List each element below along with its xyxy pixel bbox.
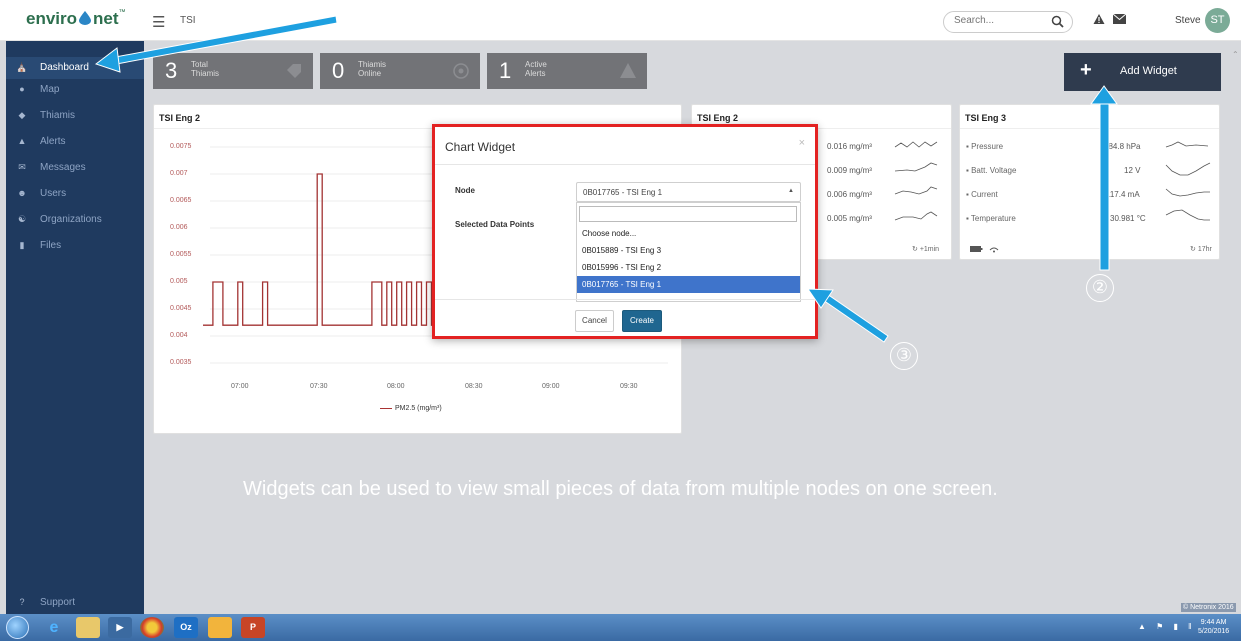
copyright-notice: © Netronix 2016 [1181,603,1236,612]
clock-time: 9:44 AM [1200,619,1227,626]
media-player-icon[interactable]: ▶ [108,617,132,638]
dialog-title: Chart Widget [445,140,516,154]
reading-label-text: Pressure [971,142,1004,151]
node-select-value: 0B017765 - TSI Eng 1 [583,188,663,197]
reading-label-text: Current [971,190,998,199]
legend-swatch [380,407,392,409]
refresh-status[interactable]: ↻ +1min [912,245,939,253]
file-explorer-icon[interactable] [76,617,100,638]
panel-title: TSI Eng 3 [965,113,1007,123]
reading-label: ▪ Batt. Voltage [966,166,1017,175]
data-points-label: Selected Data Points [455,220,535,229]
reading-label-text: Batt. Voltage [971,166,1017,175]
dropdown-option[interactable]: Choose node... [577,225,800,242]
start-button[interactable] [6,616,29,639]
refresh-status[interactable]: ↻ 17hr [1190,245,1212,253]
node-label: Node [455,186,475,195]
reading-label-text: Temperature [970,214,1016,223]
clock[interactable]: 9:44 AM 5/20/2016 [1198,618,1229,636]
sparklines-eng2 [894,141,938,221]
battery-wifi-icons [970,246,999,253]
powerpoint-icon[interactable]: P [241,617,265,638]
reading-value: 0.016 mg/m³ [827,142,872,151]
refresh-icon: ↻ [1190,246,1198,253]
caret-up-icon: ▲ [788,188,794,194]
reading-value: 117.4 mA [1106,190,1140,199]
node-select[interactable]: 0B017765 - TSI Eng 1 ▲ [576,182,801,202]
step-marker-3: ③ [890,342,918,370]
step-marker-2: ② [1086,274,1114,302]
panel-title: TSI Eng 2 [697,113,739,123]
close-icon[interactable]: × [799,137,805,149]
notes-icon[interactable] [208,617,232,638]
chart-legend[interactable]: PM2.5 (mg/m³) [380,405,442,412]
reading-value: 30.981 °C [1110,214,1146,223]
system-tray-icons[interactable]: ▲ ⚑ ▮ ‖ [1138,622,1195,631]
sparklines-eng3 [1165,141,1211,221]
internet-explorer-icon[interactable]: e [42,617,66,638]
reading-value: 0.009 mg/m³ [827,166,872,175]
dropdown-search-input[interactable] [579,206,797,222]
reading-value: 12 V [1124,166,1141,175]
reading-value: 0.005 mg/m³ [827,214,872,223]
refresh-label: +1min [919,246,940,253]
create-button[interactable]: Create [622,310,662,332]
refresh-label: 17hr [1197,246,1212,253]
dialog-divider [435,164,815,165]
refresh-icon: ↻ [912,246,920,253]
node-dropdown: Choose node... 0B015889 - TSI Eng 3 0B01… [576,202,801,302]
cancel-button[interactable]: Cancel [575,310,614,332]
legend-label: PM2.5 (mg/m³) [395,405,442,412]
reading-label: ▪ Current [966,190,998,199]
dropdown-option-selected[interactable]: 0B017765 - TSI Eng 1 [577,276,800,293]
outlook-icon[interactable]: Oz [174,617,198,638]
clock-date: 5/20/2016 [1198,628,1230,635]
tutorial-caption: Widgets can be used to view small pieces… [243,478,998,500]
panel-divider [960,128,1219,129]
reading-value: 984.8 hPa [1104,142,1141,151]
dropdown-option[interactable]: 0B015889 - TSI Eng 3 [577,242,800,259]
reading-label: ▪ Pressure [966,142,1004,151]
step-marker-1: ① [340,12,368,40]
reading-label: ▪ Temperature [966,214,1016,223]
dropdown-option[interactable]: 0B015996 - TSI Eng 2 [577,259,800,276]
reading-value: 0.006 mg/m³ [827,190,872,199]
dialog-footer-divider [435,299,815,300]
chrome-icon[interactable] [140,617,164,638]
chart-widget-dialog: Chart Widget × Node Selected Data Points… [432,124,818,339]
windows-taskbar: e ▶ Oz P ▲ ⚑ ▮ ‖ 9:44 AM 5/20/2016 [0,614,1241,641]
